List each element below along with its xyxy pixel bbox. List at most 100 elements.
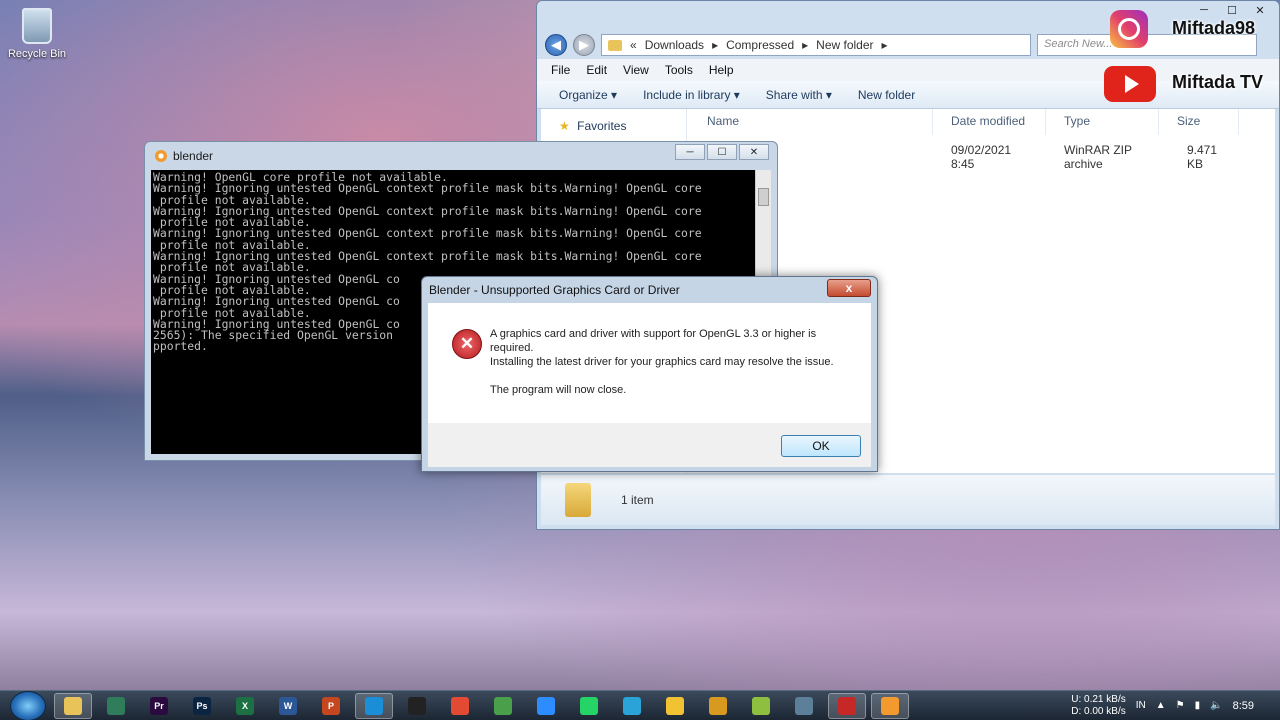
menu-tools[interactable]: Tools bbox=[665, 63, 693, 77]
scrollbar-thumb[interactable] bbox=[758, 188, 769, 206]
telegram-icon bbox=[623, 696, 641, 715]
android-studio-icon bbox=[752, 696, 770, 715]
record-icon bbox=[838, 696, 856, 715]
taskbar-app[interactable] bbox=[828, 692, 866, 719]
network-icon[interactable]: ▮ bbox=[1195, 700, 1201, 711]
dialog-footer: OK bbox=[428, 423, 871, 467]
tray-expand-icon[interactable]: ▲ bbox=[1156, 700, 1166, 711]
error-dialog: Blender - Unsupported Graphics Card or D… bbox=[421, 276, 878, 472]
recycle-bin-icon bbox=[22, 8, 52, 44]
taskbar-apps: Pr Ps X W P bbox=[54, 692, 914, 719]
clock[interactable]: 8:59 bbox=[1233, 700, 1254, 712]
taskbar-app[interactable] bbox=[54, 692, 92, 719]
breadcrumb-compressed[interactable]: Compressed bbox=[726, 38, 794, 52]
premiere-icon: Pr bbox=[150, 696, 168, 715]
download-label: D: bbox=[1071, 705, 1082, 717]
taskbar-app[interactable] bbox=[785, 693, 823, 719]
menu-help[interactable]: Help bbox=[709, 63, 734, 77]
download-speed: 0.00 kB/s bbox=[1084, 705, 1126, 717]
taskbar-app[interactable] bbox=[613, 693, 651, 719]
flag-icon[interactable]: ⚑ bbox=[1176, 700, 1185, 711]
taskbar-app[interactable] bbox=[656, 693, 694, 719]
word-icon: W bbox=[279, 696, 297, 715]
file-type: WinRAR ZIP archive bbox=[1064, 143, 1132, 171]
breadcrumb-downloads[interactable]: Downloads bbox=[645, 38, 704, 52]
taskbar-app[interactable] bbox=[97, 693, 135, 719]
youtube-icon bbox=[1104, 66, 1156, 102]
recycle-bin-shortcut[interactable]: Recycle Bin bbox=[6, 8, 68, 60]
taskbar-app[interactable]: Pr bbox=[140, 693, 178, 719]
dialog-close-button[interactable]: x bbox=[827, 279, 871, 297]
column-size[interactable]: Size bbox=[1159, 109, 1239, 135]
menu-bar: File Edit View Tools Help bbox=[537, 59, 1279, 81]
maximize-button[interactable]: ☐ bbox=[707, 144, 737, 160]
upload-speed: 0.21 kB/s bbox=[1084, 693, 1126, 705]
network-speed: U: 0.21 kB/s D: 0.00 kB/s bbox=[1071, 694, 1125, 718]
item-count: 1 item bbox=[621, 493, 654, 507]
breadcrumb-new-folder[interactable]: New folder bbox=[816, 38, 873, 52]
maximize-button[interactable]: ☐ bbox=[1219, 1, 1245, 19]
edge-icon bbox=[365, 696, 383, 715]
menu-edit[interactable]: Edit bbox=[586, 63, 607, 77]
taskbar-app[interactable] bbox=[355, 692, 393, 719]
monitor-icon bbox=[795, 696, 813, 715]
command-bar: Organize ▾ Include in library ▾ Share wi… bbox=[537, 81, 1279, 109]
language-indicator[interactable]: IN bbox=[1136, 700, 1146, 711]
organize-button[interactable]: Organize ▾ bbox=[559, 88, 617, 102]
dialog-message: A graphics card and driver with support … bbox=[490, 327, 850, 397]
taskbar-app[interactable] bbox=[570, 693, 608, 719]
new-folder-button[interactable]: New folder bbox=[858, 88, 915, 102]
menu-file[interactable]: File bbox=[551, 63, 570, 77]
taskbar-app[interactable]: Ps bbox=[183, 693, 221, 719]
blender-icon bbox=[881, 696, 899, 715]
ok-button[interactable]: OK bbox=[781, 435, 861, 457]
folder-icon bbox=[64, 696, 82, 715]
back-button[interactable]: ◀ bbox=[545, 34, 567, 56]
chrome-alt-icon bbox=[494, 696, 512, 715]
dialog-message-line2: Installing the latest driver for your gr… bbox=[490, 356, 834, 368]
console-window-controls: ─ ☐ ✕ bbox=[675, 144, 769, 160]
forward-button[interactable]: ▶ bbox=[573, 34, 595, 56]
taskbar-app[interactable]: W bbox=[269, 693, 307, 719]
dialog-title: Blender - Unsupported Graphics Card or D… bbox=[429, 283, 680, 297]
column-type[interactable]: Type bbox=[1046, 109, 1159, 135]
column-date-modified[interactable]: Date modified bbox=[933, 109, 1046, 135]
address-bar[interactable]: « Downloads ▸ Compressed ▸ New folder ▸ bbox=[601, 34, 1031, 56]
breadcrumb-separator-icon: ▸ bbox=[881, 38, 888, 52]
minimize-button[interactable]: ─ bbox=[675, 144, 705, 160]
minimize-button[interactable]: ─ bbox=[1191, 1, 1217, 19]
close-button[interactable]: ✕ bbox=[1247, 1, 1273, 19]
share-with-button[interactable]: Share with ▾ bbox=[766, 88, 832, 102]
close-button[interactable]: ✕ bbox=[739, 144, 769, 160]
upload-label: U: bbox=[1071, 693, 1082, 705]
chrome-icon bbox=[451, 696, 469, 715]
blender-icon bbox=[155, 150, 167, 162]
taskbar-app[interactable] bbox=[527, 693, 565, 719]
start-button[interactable] bbox=[10, 690, 46, 720]
column-name[interactable]: Name bbox=[689, 109, 933, 135]
recycle-bin-label: Recycle Bin bbox=[7, 48, 67, 60]
dialog-body: ✕ A graphics card and driver with suppor… bbox=[428, 303, 871, 423]
explorer-window-controls: ─ ☐ ✕ bbox=[1191, 1, 1273, 19]
volume-icon[interactable]: 🔈 bbox=[1210, 700, 1222, 711]
taskbar-app[interactable] bbox=[441, 693, 479, 719]
file-size: 9.471 KB bbox=[1187, 143, 1218, 171]
android-icon bbox=[107, 696, 125, 715]
menu-view[interactable]: View bbox=[623, 63, 649, 77]
breadcrumb-separator-icon: ▸ bbox=[712, 38, 719, 52]
taskbar-app[interactable] bbox=[871, 692, 909, 719]
excel-icon: X bbox=[236, 696, 254, 715]
taskbar-app[interactable]: X bbox=[226, 693, 264, 719]
taskbar-app[interactable]: P bbox=[312, 693, 350, 719]
taskbar-app[interactable] bbox=[484, 693, 522, 719]
include-in-library-button[interactable]: Include in library ▾ bbox=[643, 88, 740, 102]
taskbar-app[interactable] bbox=[398, 693, 436, 719]
taskbar-app[interactable] bbox=[742, 693, 780, 719]
warning-app-icon bbox=[709, 696, 727, 715]
dialog-message-line1: A graphics card and driver with support … bbox=[490, 328, 817, 354]
address-prefix: « bbox=[630, 38, 637, 52]
taskbar: Pr Ps X W P U: 0.21 kB/s D: 0.00 kB/s IN ▲ ⚑… bbox=[0, 690, 1280, 720]
nav-favorites[interactable]: Favorites bbox=[577, 119, 626, 133]
taskbar-app[interactable] bbox=[699, 693, 737, 719]
github-icon bbox=[408, 696, 426, 715]
